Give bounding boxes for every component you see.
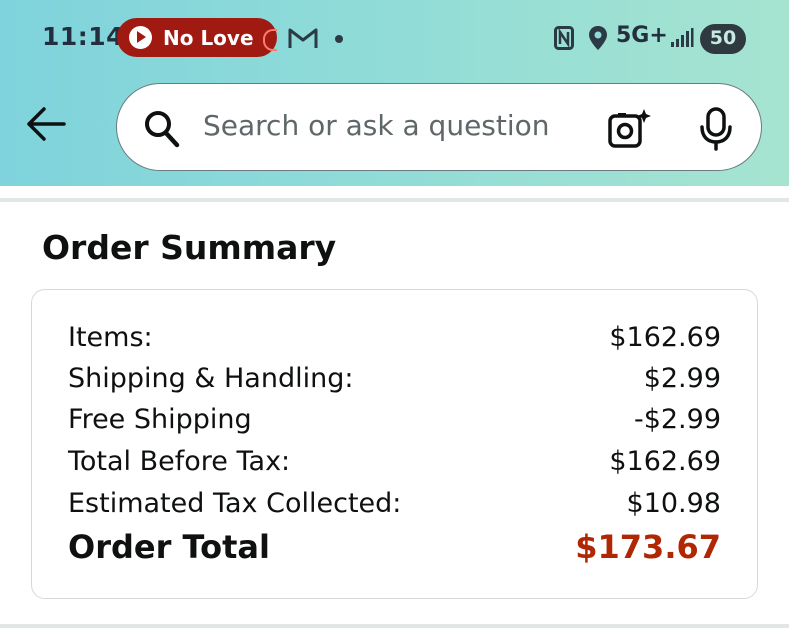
battery-indicator: 50 bbox=[700, 24, 746, 54]
play-icon bbox=[129, 26, 152, 49]
media-title: No Love bbox=[163, 26, 254, 50]
summary-label: Shipping & Handling: bbox=[68, 363, 354, 394]
network-type: 5G+ bbox=[616, 23, 668, 48]
app-header: 11:14 No Love 5G+ 50 Search or ask a que… bbox=[0, 0, 789, 186]
summary-value: -$2.99 bbox=[633, 404, 721, 435]
media-progress-icon bbox=[263, 29, 277, 51]
status-time: 11:14 bbox=[42, 22, 125, 51]
order-total-label: Order Total bbox=[68, 528, 270, 566]
section-divider bbox=[0, 198, 789, 202]
summary-value: $162.69 bbox=[609, 446, 721, 477]
nfc-icon bbox=[554, 26, 574, 50]
order-summary-card: Items: $162.69 Shipping & Handling: $2.9… bbox=[31, 289, 758, 599]
order-summary-heading: Order Summary bbox=[42, 228, 337, 267]
section-divider bbox=[0, 624, 789, 628]
notification-dot bbox=[335, 35, 343, 43]
search-input[interactable]: Search or ask a question bbox=[203, 109, 550, 142]
microphone-icon[interactable] bbox=[698, 107, 734, 151]
summary-label: Items: bbox=[68, 322, 153, 353]
signal-strength-icon bbox=[671, 28, 694, 47]
back-arrow-icon[interactable] bbox=[24, 104, 68, 144]
summary-value: $10.98 bbox=[626, 488, 721, 519]
camera-search-icon[interactable] bbox=[607, 107, 651, 151]
summary-label: Free Shipping bbox=[68, 404, 252, 435]
battery-level: 50 bbox=[709, 27, 737, 49]
gmail-icon bbox=[288, 28, 318, 48]
order-total-value: $173.67 bbox=[575, 528, 721, 566]
search-icon bbox=[145, 111, 180, 148]
summary-value: $162.69 bbox=[609, 322, 721, 353]
summary-label: Total Before Tax: bbox=[68, 446, 291, 477]
media-playback-chip[interactable]: No Love bbox=[117, 18, 277, 57]
summary-value: $2.99 bbox=[643, 363, 721, 394]
search-bar[interactable]: Search or ask a question bbox=[116, 83, 762, 171]
location-icon bbox=[589, 26, 607, 50]
summary-label: Estimated Tax Collected: bbox=[68, 488, 402, 519]
